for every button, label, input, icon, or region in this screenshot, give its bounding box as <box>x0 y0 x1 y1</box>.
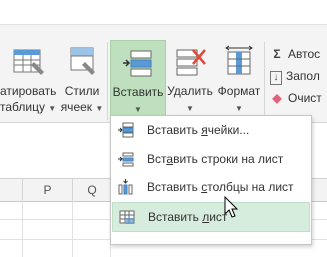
ribbon: атировать таблицу ▼ Стили ячеек ▼ Встави… <box>0 0 327 123</box>
format-button[interactable]: Формат ▼ <box>216 40 262 120</box>
clear-button[interactable]: ◆ Очист <box>270 88 322 108</box>
fill-label: Запол <box>286 69 320 83</box>
menu-item-insert-columns[interactable]: Вставить столбцы на лист <box>112 173 310 201</box>
format-as-table-label-2-text: таблицу <box>0 100 45 114</box>
insert-dropdown-menu: Вставить ячейки... Вставить строки на ли… <box>110 115 312 245</box>
format-as-table-icon <box>13 49 44 75</box>
mouse-pointer-icon <box>224 196 239 218</box>
group-separator <box>107 42 108 120</box>
delete-button[interactable]: Удалить ▼ <box>164 40 216 120</box>
menu-item-label-pre: Вставить <box>147 180 202 194</box>
menu-item-label-pre: Вставить <box>147 123 202 137</box>
menu-item-label-post: вить строки на лист <box>173 152 284 166</box>
chevron-down-icon: ▼ <box>134 105 142 114</box>
delete-label: Удалить <box>167 84 213 98</box>
clear-label: Очист <box>288 91 322 105</box>
autosum-label: Автос <box>288 47 321 61</box>
format-dropdown[interactable]: ▼ <box>216 100 262 116</box>
insert-label: Вставить <box>112 85 164 99</box>
grid-column-line <box>72 201 73 257</box>
column-header-p[interactable]: P <box>23 179 73 201</box>
menu-item-label-post: толбцы на лист <box>207 180 294 194</box>
insert-button[interactable]: Вставить ▼ <box>110 40 166 120</box>
column-header-partial[interactable] <box>0 179 23 201</box>
delete-cells-icon <box>176 49 206 76</box>
menu-item-label: Вставить строки на лист <box>147 145 283 173</box>
menu-item-label-pre: Вставить <box>148 210 203 224</box>
format-as-table-label-2: таблицу ▼ <box>0 100 58 116</box>
ribbon-top-strip <box>0 0 327 25</box>
group-separator <box>264 42 265 120</box>
menu-item-insert-cells[interactable]: Вставить ячейки... <box>112 116 310 144</box>
format-label: Формат <box>217 84 261 98</box>
menu-item-label: Вставить ячейки... <box>147 116 249 144</box>
cell-styles-icon <box>70 47 95 75</box>
cell-styles-label-1: Стили <box>64 84 100 98</box>
eraser-icon: ◆ <box>272 91 282 105</box>
column-header-q[interactable]: Q <box>73 179 112 201</box>
menu-item-label-post: чейки... <box>207 123 250 137</box>
menu-item-label-pre: Вст <box>147 152 167 166</box>
chevron-down-icon: ▼ <box>186 104 194 113</box>
chevron-down-icon: ▼ <box>48 104 57 113</box>
chevron-down-icon: ▼ <box>95 104 104 113</box>
cell-styles-label-2: ячеек ▼ <box>58 100 106 116</box>
menu-item-insert-rows[interactable]: Вставить строки на лист <box>112 145 310 173</box>
autosum-button[interactable]: Σ Автос <box>270 44 320 64</box>
menu-item-insert-sheet[interactable]: Вставить лист <box>112 202 310 232</box>
cell-styles-label-2-text: ячеек <box>60 100 93 114</box>
menu-item-label: Вставить лист <box>148 203 227 231</box>
sigma-icon: Σ <box>273 47 281 61</box>
insert-rows-icon <box>118 152 134 167</box>
delete-dropdown[interactable]: ▼ <box>164 100 216 116</box>
cell-styles-button[interactable]: Стили ячеек ▼ <box>58 40 106 120</box>
fill-button[interactable]: ↓ Запол <box>270 66 320 86</box>
insert-columns-icon <box>118 179 133 195</box>
insert-cells-icon <box>118 122 134 138</box>
fill-down-icon: ↓ <box>270 71 282 85</box>
insert-cells-icon <box>123 50 152 77</box>
insert-sheet-icon <box>119 210 135 224</box>
chevron-down-icon: ▼ <box>235 104 243 113</box>
format-cells-icon <box>225 45 253 75</box>
format-as-table-button[interactable]: атировать таблицу ▼ <box>0 40 58 120</box>
grid-column-line <box>22 201 23 257</box>
menu-item-label: Вставить столбцы на лист <box>147 173 294 201</box>
format-as-table-label-1: атировать <box>0 84 57 98</box>
